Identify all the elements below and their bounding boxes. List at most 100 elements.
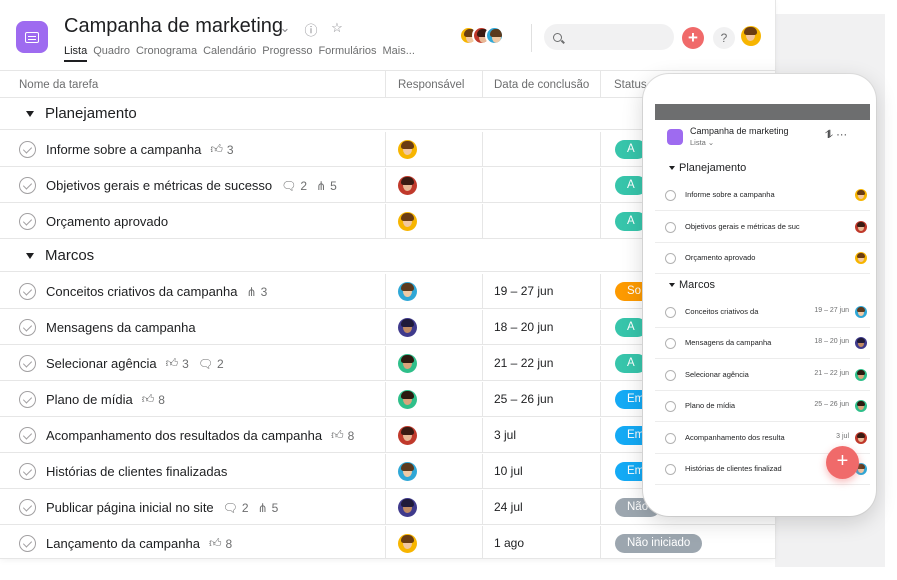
add-button[interactable]: + bbox=[682, 27, 704, 49]
help-button[interactable]: ? bbox=[713, 27, 735, 49]
assignee-cell[interactable] bbox=[385, 382, 482, 417]
likes[interactable]: 👍︎ 8 bbox=[209, 536, 232, 551]
task-name-cell[interactable]: Conceitos criativos da campanha ⋔ 3 bbox=[0, 274, 385, 309]
assignee-cell[interactable] bbox=[385, 168, 482, 203]
task-name-cell[interactable]: Mensagens da campanha bbox=[0, 310, 385, 345]
status-badge[interactable]: A bbox=[615, 318, 647, 337]
column-header-task-name[interactable]: Nome da tarefa bbox=[0, 70, 385, 98]
chevron-down-icon[interactable]: ⌄ bbox=[278, 20, 292, 39]
star-icon[interactable]: ☆ bbox=[330, 20, 344, 39]
column-header-assignee[interactable]: Responsável bbox=[385, 70, 482, 98]
tab-4[interactable]: Progresso bbox=[262, 45, 312, 62]
due-date[interactable]: 1 ago bbox=[482, 526, 600, 558]
mobile-task-name[interactable]: Orçamento aprovado bbox=[685, 253, 815, 262]
tab-6[interactable]: Mais... bbox=[383, 45, 415, 62]
assignee-cell[interactable] bbox=[385, 490, 482, 525]
complete-checkbox[interactable] bbox=[665, 369, 676, 381]
status-badge[interactable]: A bbox=[615, 354, 647, 373]
caret-down-icon[interactable] bbox=[669, 282, 675, 287]
assignee-avatar[interactable] bbox=[398, 426, 417, 445]
likes[interactable]: 👍︎ 3 bbox=[210, 142, 233, 157]
task-name-cell[interactable]: Informe sobre a campanha 👍︎ 3 bbox=[0, 132, 385, 167]
assignee-avatar[interactable] bbox=[398, 282, 417, 301]
mobile-assignee-avatar[interactable] bbox=[855, 305, 867, 318]
task-name[interactable]: Objetivos gerais e métricas de sucesso bbox=[46, 178, 272, 193]
assignee-avatar[interactable] bbox=[398, 462, 417, 481]
mobile-assignee-avatar[interactable] bbox=[855, 431, 867, 444]
assignee-avatar[interactable] bbox=[398, 212, 417, 231]
due-date[interactable]: 21 – 22 jun bbox=[482, 346, 600, 381]
complete-checkbox[interactable] bbox=[665, 464, 676, 475]
tab-2[interactable]: Cronograma bbox=[136, 45, 197, 62]
subtasks[interactable]: ⋔ 5 bbox=[258, 501, 279, 515]
task-name-cell[interactable]: Lançamento da campanha 👍︎ 8 bbox=[0, 526, 385, 558]
task-name[interactable]: Selecionar agência bbox=[46, 356, 157, 371]
info-icon[interactable]: ⓘ bbox=[304, 20, 318, 39]
task-name-cell[interactable]: Selecionar agência 👍︎ 3 🗨︎ 2 bbox=[0, 346, 385, 381]
task-name-cell[interactable]: Acompanhamento dos resultados da campanh… bbox=[0, 418, 385, 453]
task-name-cell[interactable]: Plano de mídia 👍︎ 8 bbox=[0, 382, 385, 417]
task-name-cell[interactable]: Histórias de clientes finalizadas bbox=[0, 454, 385, 489]
mobile-task-row[interactable]: Conceitos criativos da 19 – 27 jun bbox=[655, 297, 870, 328]
task-name[interactable]: Publicar página inicial no site bbox=[46, 500, 214, 515]
assignee-avatar[interactable] bbox=[398, 534, 417, 553]
complete-checkbox[interactable] bbox=[665, 432, 676, 444]
assignee-cell[interactable] bbox=[385, 346, 482, 381]
mobile-assignee-avatar[interactable] bbox=[855, 220, 867, 233]
mobile-section-header[interactable]: Planejamento bbox=[669, 162, 746, 174]
due-date[interactable] bbox=[482, 132, 600, 167]
assignee-cell[interactable] bbox=[385, 310, 482, 345]
complete-checkbox[interactable] bbox=[19, 535, 36, 552]
status-badge[interactable]: A bbox=[615, 140, 647, 159]
subtasks[interactable]: ⋔ 5 bbox=[316, 179, 337, 193]
mobile-task-row[interactable]: Plano de mídia 25 – 26 jun bbox=[655, 391, 870, 422]
task-name[interactable]: Histórias de clientes finalizadas bbox=[46, 464, 227, 479]
task-name[interactable]: Plano de mídia bbox=[46, 392, 133, 407]
complete-checkbox[interactable] bbox=[19, 391, 36, 408]
task-name-cell[interactable]: Orçamento aprovado bbox=[0, 204, 385, 239]
sliders-icon[interactable]: ⥮ bbox=[825, 129, 836, 141]
assignee-cell[interactable] bbox=[385, 274, 482, 309]
assignee-avatar[interactable] bbox=[398, 390, 417, 409]
task-name[interactable]: Conceitos criativos da campanha bbox=[46, 284, 238, 299]
assignee-avatar[interactable] bbox=[398, 318, 417, 337]
complete-checkbox[interactable] bbox=[19, 283, 36, 300]
due-date[interactable]: 24 jul bbox=[482, 490, 600, 525]
complete-checkbox[interactable] bbox=[19, 355, 36, 372]
complete-checkbox[interactable] bbox=[19, 319, 36, 336]
mobile-task-row[interactable]: Orçamento aprovado bbox=[655, 243, 870, 274]
mobile-assignee-avatar[interactable] bbox=[855, 368, 867, 381]
status-badge[interactable]: A bbox=[615, 212, 647, 231]
due-date[interactable]: 3 jul bbox=[482, 418, 600, 453]
tab-0[interactable]: Lista bbox=[64, 45, 88, 62]
tab-3[interactable]: Calendário bbox=[203, 45, 256, 62]
assignee-cell[interactable] bbox=[385, 526, 482, 558]
complete-checkbox[interactable] bbox=[19, 177, 36, 194]
likes[interactable]: 👍︎ 8 bbox=[331, 428, 354, 443]
mobile-task-row[interactable]: Selecionar agência 21 – 22 jun bbox=[655, 360, 870, 391]
caret-down-icon[interactable] bbox=[669, 166, 675, 170]
task-name-cell[interactable]: Objetivos gerais e métricas de sucesso 🗨︎… bbox=[0, 168, 385, 203]
likes[interactable]: 👍︎ 8 bbox=[142, 392, 165, 407]
mobile-task-row[interactable]: Objetivos gerais e métricas de suc bbox=[655, 212, 870, 243]
more-icon[interactable]: ⋯ bbox=[836, 129, 850, 141]
subtasks[interactable]: ⋔ 3 bbox=[247, 285, 268, 299]
status-badge[interactable]: A bbox=[615, 176, 647, 195]
comments[interactable]: 🗨︎ 2 bbox=[223, 501, 249, 515]
complete-checkbox[interactable] bbox=[19, 427, 36, 444]
task-row[interactable]: Lançamento da campanha 👍︎ 8 1 ago Não inicia… bbox=[0, 526, 775, 558]
assignee-avatar[interactable] bbox=[398, 176, 417, 195]
mobile-section-header[interactable]: Marcos bbox=[669, 279, 715, 291]
complete-checkbox[interactable] bbox=[665, 306, 676, 318]
likes[interactable]: 👍︎ 3 bbox=[166, 356, 189, 371]
mobile-task-row[interactable]: Informe sobre a campanha bbox=[655, 180, 870, 211]
due-date[interactable]: 25 – 26 jun bbox=[482, 382, 600, 417]
assignee-avatar[interactable] bbox=[398, 354, 417, 373]
project-members[interactable] bbox=[459, 26, 504, 45]
status-badge[interactable]: Não iniciado bbox=[615, 534, 703, 553]
comments[interactable]: 🗨︎ 2 bbox=[198, 357, 224, 371]
task-name[interactable]: Orçamento aprovado bbox=[46, 214, 168, 229]
comments[interactable]: 🗨︎ 2 bbox=[281, 179, 307, 193]
mobile-view-selector[interactable]: Lista ⌄ bbox=[690, 138, 714, 147]
user-avatar[interactable] bbox=[741, 26, 761, 51]
